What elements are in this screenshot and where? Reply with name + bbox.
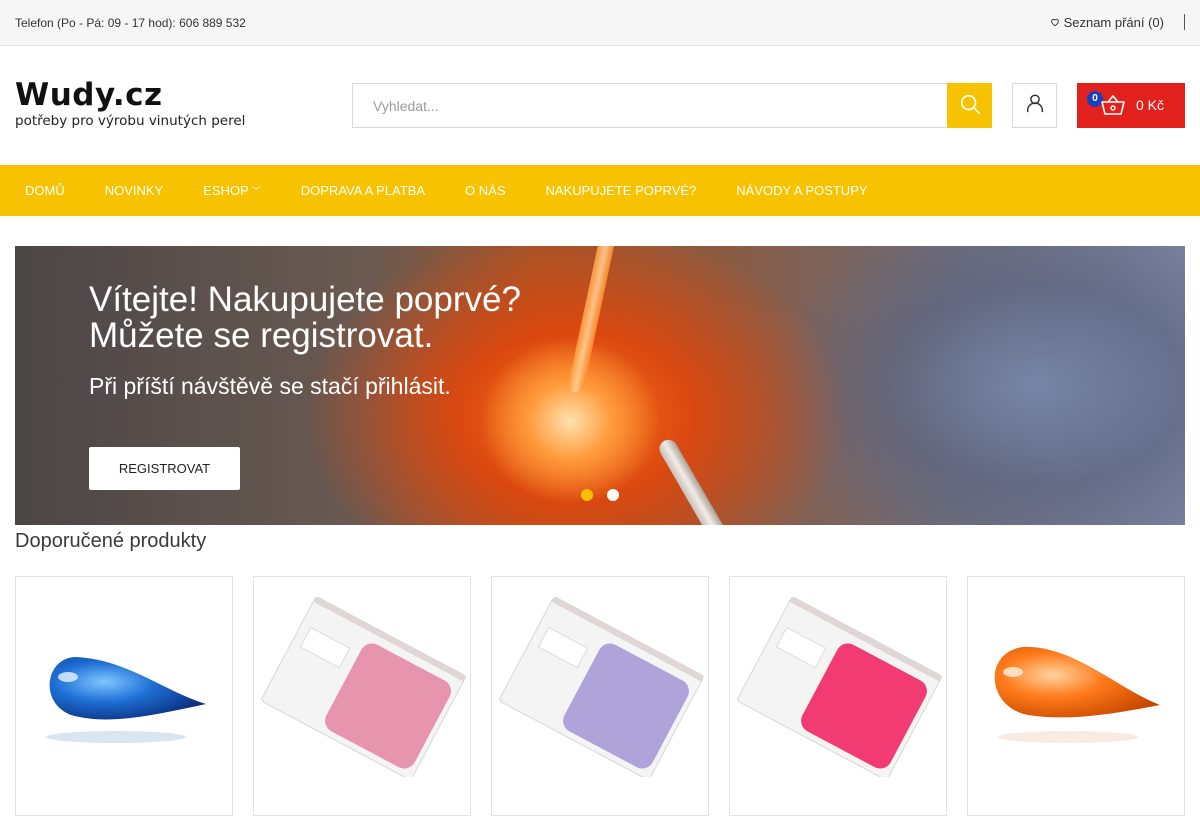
banner-headline-line1: Vítejte! Nakupujete poprvé? — [89, 280, 521, 319]
topbar-divider — [1184, 14, 1185, 30]
nav-label: ESHOP — [203, 182, 249, 198]
product-card[interactable] — [967, 576, 1185, 816]
heart-icon — [1050, 15, 1060, 30]
hero-banner[interactable]: Vítejte! Nakupujete poprvé? Můžete se re… — [15, 246, 1185, 525]
product-image-glass-drop-orange — [994, 646, 1160, 743]
register-button[interactable]: REGISTROVAT — [89, 447, 240, 490]
product-card[interactable] — [253, 576, 471, 816]
nav-label: O NÁS — [465, 182, 506, 198]
product-image-frit-violet — [499, 597, 705, 777]
site-logo[interactable]: Wudy.cz potřeby pro výrobu vinutých pere… — [15, 78, 245, 129]
top-bar: Telefon (Po - Pá: 09 - 17 hod): 606 889 … — [0, 0, 1200, 46]
logo-brand: Wudy.cz — [15, 77, 163, 113]
wishlist-link[interactable]: Seznam přání (0) — [1050, 15, 1164, 30]
chevron-down-icon: ﹀ — [251, 186, 261, 196]
nav-item-home[interactable]: DOMŮ — [5, 165, 85, 216]
nav-label: DOPRAVA A PLATBA — [300, 182, 426, 198]
search-bar — [352, 83, 992, 128]
product-card[interactable] — [491, 576, 709, 816]
nav-item-about[interactable]: O NÁS — [445, 165, 525, 216]
product-image-frit-magenta — [737, 597, 943, 777]
product-grid — [15, 576, 1185, 816]
slider-dots — [581, 489, 619, 501]
nav-label: DOMŮ — [25, 182, 65, 198]
nav-label: NAKUPUJETE POPRVÉ? — [545, 182, 697, 198]
basket-icon — [1100, 94, 1126, 121]
product-card[interactable] — [15, 576, 233, 816]
nav-label: NOVINKY — [104, 182, 164, 198]
nav-item-shipping[interactable]: DOPRAVA A PLATBA — [281, 165, 445, 216]
main-nav: DOMŮ NOVINKY ESHOP ﹀ DOPRAVA A PLATBA O N… — [0, 165, 1200, 216]
banner-headline-line2: Můžete se registrovat. — [89, 316, 434, 355]
logo-tagline: potřeby pro výrobu vinutých perel — [15, 113, 246, 129]
cart-amount: 0 Kč — [1136, 97, 1165, 113]
search-icon — [959, 93, 981, 118]
nav-item-news[interactable]: NOVINKY — [85, 165, 184, 216]
nav-item-eshop[interactable]: ESHOP ﹀ — [183, 165, 281, 216]
product-card[interactable] — [729, 576, 947, 816]
cart-button[interactable]: 0 0 Kč — [1077, 83, 1185, 128]
recommended-products-title: Doporučené produkty — [15, 530, 207, 552]
nav-item-guides[interactable]: NÁVODY A POSTUPY — [716, 165, 887, 216]
banner-headline: Vítejte! Nakupujete poprvé? Můžete se re… — [89, 282, 521, 354]
wishlist-label: Seznam přání (0) — [1063, 15, 1164, 30]
banner-subtitle: Při příští návštěvě se stačí přihlásit. — [89, 373, 451, 399]
slider-dot-1[interactable] — [581, 489, 593, 501]
nav-item-first-purchase[interactable]: NAKUPUJETE POPRVÉ? — [526, 165, 717, 216]
user-icon — [1024, 92, 1046, 119]
product-image-glass-drop-blue — [46, 657, 206, 743]
search-input[interactable] — [352, 83, 947, 128]
slider-dot-2[interactable] — [607, 489, 619, 501]
contact-phone: Telefon (Po - Pá: 09 - 17 hod): 606 889 … — [15, 16, 246, 30]
account-button[interactable] — [1012, 83, 1057, 128]
product-image-frit-pink — [261, 597, 467, 777]
header: Wudy.cz potřeby pro výrobu vinutých pere… — [0, 46, 1200, 165]
search-button[interactable] — [947, 83, 992, 128]
nav-label: NÁVODY A POSTUPY — [736, 182, 868, 198]
